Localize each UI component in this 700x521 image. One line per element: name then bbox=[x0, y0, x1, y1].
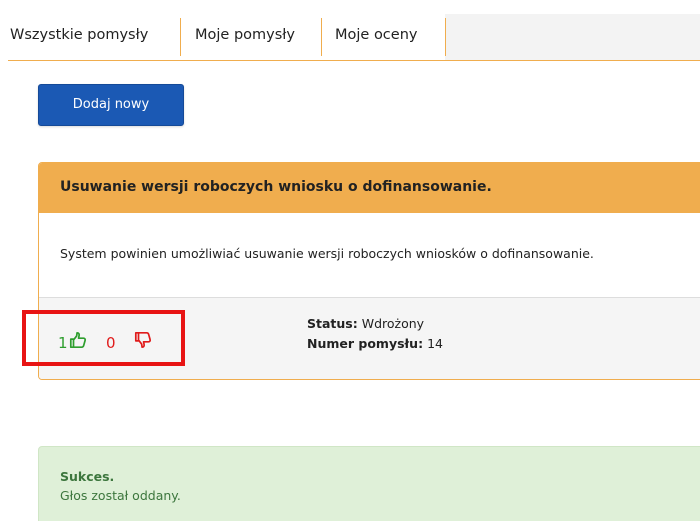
tab-separator bbox=[445, 18, 446, 56]
thumbs-up-icon[interactable] bbox=[69, 331, 87, 349]
page: Wszystkie pomysły Moje pomysły Moje ocen… bbox=[0, 0, 700, 521]
tab-separator bbox=[180, 18, 181, 56]
idea-number: Numer pomysłu: 14 bbox=[307, 336, 443, 351]
alert-title: Sukces. bbox=[60, 469, 115, 484]
idea-card: Usuwanie wersji roboczych wniosku o dofi… bbox=[38, 162, 700, 380]
tab-bar-underline bbox=[8, 60, 700, 61]
success-alert: Sukces. Głos został oddany. bbox=[38, 446, 700, 521]
thumbs-down-icon[interactable] bbox=[134, 331, 152, 349]
idea-card-body: System powinien umożliwiać usuwanie wers… bbox=[39, 213, 700, 297]
number-value: 14 bbox=[427, 336, 443, 351]
tab-bar: Wszystkie pomysły Moje pomysły Moje ocen… bbox=[0, 14, 700, 61]
status-value: Wdrożony bbox=[361, 316, 425, 331]
add-new-button[interactable]: Dodaj nowy bbox=[38, 84, 184, 126]
idea-card-header: Usuwanie wersji roboczych wniosku o dofi… bbox=[39, 163, 700, 213]
tab-my-ratings[interactable]: Moje oceny bbox=[335, 14, 417, 60]
upvote-count: 1 bbox=[58, 334, 68, 352]
status-label: Status: bbox=[307, 316, 358, 331]
tab-bar-fill bbox=[445, 14, 700, 60]
tab-all-ideas[interactable]: Wszystkie pomysły bbox=[10, 14, 148, 60]
tab-my-ideas[interactable]: Moje pomysły bbox=[195, 14, 295, 60]
idea-title: Usuwanie wersji roboczych wniosku o dofi… bbox=[60, 179, 492, 195]
idea-description: System powinien umożliwiać usuwanie wers… bbox=[60, 246, 594, 261]
downvote-count: 0 bbox=[106, 334, 116, 352]
idea-status: Status: Wdrożony bbox=[307, 316, 424, 331]
alert-message: Głos został oddany. bbox=[60, 488, 181, 503]
number-label: Numer pomysłu: bbox=[307, 336, 424, 351]
tab-separator bbox=[321, 18, 322, 56]
